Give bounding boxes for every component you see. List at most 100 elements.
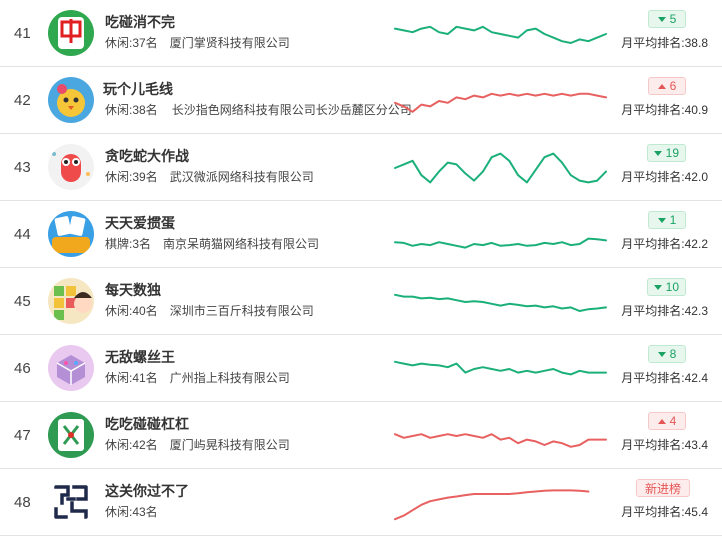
app-name[interactable]: 天天爱掼蛋	[105, 213, 175, 233]
rank-number: 48	[14, 493, 31, 511]
app-meta: 休闲:37名 厦门掌贤科技有限公司	[105, 34, 290, 51]
app-icon[interactable]	[48, 479, 94, 525]
table-row-41[interactable]: 41 吃碰消不完 休闲:37名 厦门掌贤科技有限公司 5 月平均排名:38.8	[0, 0, 722, 67]
category-rank: 休闲:40名	[105, 304, 158, 318]
rank-number: 41	[14, 24, 31, 42]
monthly-average-rank: 月平均排名:40.9	[621, 103, 708, 117]
developer-name: 长沙指色网络科技有限公司长沙岳麓区分公司	[171, 103, 412, 117]
app-name[interactable]: 玩个儿毛线	[103, 79, 173, 99]
rank-change-value: 8	[669, 347, 677, 361]
rank-number: 47	[14, 426, 31, 444]
card-game-icon	[48, 211, 94, 257]
rank-number: 42	[14, 91, 31, 109]
app-icon[interactable]	[48, 211, 94, 257]
category-rank: 休闲:38名	[105, 103, 158, 117]
mahjong-tile-icon	[48, 10, 94, 56]
app-meta: 休闲:41名 广州指上科技有限公司	[105, 369, 290, 386]
category-rank: 棋牌:3名	[105, 237, 152, 251]
app-name[interactable]: 吃碰消不完	[105, 12, 175, 32]
rank-change-badge: 6	[648, 77, 686, 95]
category-rank: 休闲:39名	[105, 170, 158, 184]
monthly-average-rank: 月平均排名:42.2	[621, 237, 708, 251]
maze-icon	[48, 479, 94, 525]
developer-name: 广州指上科技有限公司	[169, 371, 290, 385]
rank-number: 45	[14, 292, 31, 310]
app-name[interactable]: 这关你过不了	[105, 481, 189, 501]
snake-icon	[48, 144, 94, 190]
rank-number: 46	[14, 359, 31, 377]
table-row-44[interactable]: 44 天天爱掼蛋 棋牌:3名 南京呆萌猫网络科技有限公司 1 月平均排名:42.2	[0, 201, 722, 268]
developer-name: 厦门屿晃科技有限公司	[169, 438, 290, 452]
table-row-42[interactable]: 42 玩个儿毛线 休闲:38名 长沙指色网络科技有限公司长沙岳麓区分公司 6 月平…	[0, 67, 722, 134]
trend-arrow-icon	[653, 150, 662, 156]
app-name[interactable]: 吃吃碰碰杠杠	[105, 414, 189, 434]
app-name[interactable]: 无敌螺丝王	[105, 347, 175, 367]
rank-change-badge: 19	[646, 144, 686, 162]
yarn-chick-icon	[48, 77, 94, 123]
rank-change-badge: 1	[648, 211, 686, 229]
trend-sparkline	[394, 433, 607, 448]
trend-sparkline	[394, 360, 607, 376]
table-row-48[interactable]: 48 这关你过不了 休闲:43名 新进榜 月平均排名:45.4	[0, 469, 722, 536]
app-meta: 休闲:43名	[105, 503, 170, 520]
sudoku-icon	[48, 278, 94, 324]
trend-sparkline	[394, 25, 607, 44]
category-rank: 休闲:43名	[105, 505, 158, 519]
mahjong-bamboo-icon	[48, 412, 94, 458]
app-meta: 休闲:38名 长沙指色网络科技有限公司长沙岳麓区分公司	[105, 101, 412, 118]
trend-sparkline	[394, 152, 607, 184]
monthly-average-rank: 月平均排名:45.4	[621, 505, 708, 519]
app-icon[interactable]	[48, 144, 94, 190]
rank-change-value: 19	[665, 146, 679, 160]
trend-arrow-icon	[657, 83, 666, 89]
table-row-45[interactable]: 45 每天数独 休闲:40名 深圳市三百斤科技有限公司 10 月平均排名:42.3	[0, 268, 722, 335]
rank-change-badge: 8	[648, 345, 686, 363]
app-meta: 棋牌:3名 南京呆萌猫网络科技有限公司	[105, 235, 319, 252]
rank-number: 43	[14, 158, 31, 176]
table-row-47[interactable]: 47 吃吃碰碰杠杠 休闲:42名 厦门屿晃科技有限公司 4 月平均排名:43.4	[0, 402, 722, 469]
rank-change-badge: 5	[648, 10, 686, 28]
app-meta: 休闲:39名 武汉微派网络科技有限公司	[105, 168, 314, 185]
table-row-43[interactable]: 43 贪吃蛇大作战 休闲:39名 武汉微派网络科技有限公司 19 月平均排名:42…	[0, 134, 722, 201]
trend-arrow-icon	[657, 217, 666, 223]
app-icon[interactable]	[48, 345, 94, 391]
rank-change-badge: 新进榜	[636, 479, 690, 497]
trend-arrow-icon	[657, 351, 666, 357]
category-rank: 休闲:37名	[105, 36, 158, 50]
app-name[interactable]: 贪吃蛇大作战	[105, 146, 189, 166]
app-name[interactable]: 每天数独	[105, 280, 161, 300]
category-rank: 休闲:41名	[105, 371, 158, 385]
developer-name: 南京呆萌猫网络科技有限公司	[163, 237, 320, 251]
rank-change-value: 10	[665, 280, 679, 294]
rank-number: 44	[14, 225, 31, 243]
app-icon[interactable]	[48, 10, 94, 56]
rank-change-value: 6	[669, 79, 677, 93]
app-meta: 休闲:42名 厦门屿晃科技有限公司	[105, 436, 290, 453]
trend-arrow-icon	[657, 16, 666, 22]
rank-change-value: 4	[669, 414, 677, 428]
rank-change-value: 1	[669, 213, 677, 227]
trend-sparkline	[394, 92, 607, 113]
monthly-average-rank: 月平均排名:42.3	[621, 304, 708, 318]
app-icon[interactable]	[48, 278, 94, 324]
trend-sparkline	[394, 237, 607, 249]
screw-box-icon	[48, 345, 94, 391]
app-icon[interactable]	[48, 412, 94, 458]
trend-sparkline	[394, 293, 607, 312]
category-rank: 休闲:42名	[105, 438, 158, 452]
table-row-46[interactable]: 46 无敌螺丝王 休闲:41名 广州指上科技有限公司 8 月平均排名:42.4	[0, 335, 722, 402]
app-icon[interactable]	[48, 77, 94, 123]
developer-name: 武汉微派网络科技有限公司	[169, 170, 314, 184]
rank-change-badge: 10	[646, 278, 686, 296]
app-meta: 休闲:40名 深圳市三百斤科技有限公司	[105, 302, 314, 319]
trend-arrow-icon	[653, 284, 662, 290]
rank-change-value: 新进榜	[644, 481, 681, 496]
trend-arrow-icon	[657, 418, 666, 424]
developer-name: 深圳市三百斤科技有限公司	[169, 304, 314, 318]
monthly-average-rank: 月平均排名:43.4	[621, 438, 708, 452]
developer-name: 厦门掌贤科技有限公司	[169, 36, 290, 50]
monthly-average-rank: 月平均排名:38.8	[621, 36, 708, 50]
monthly-average-rank: 月平均排名:42.0	[621, 170, 708, 184]
rank-change-badge: 4	[648, 412, 686, 430]
rank-change-value: 5	[669, 12, 677, 26]
